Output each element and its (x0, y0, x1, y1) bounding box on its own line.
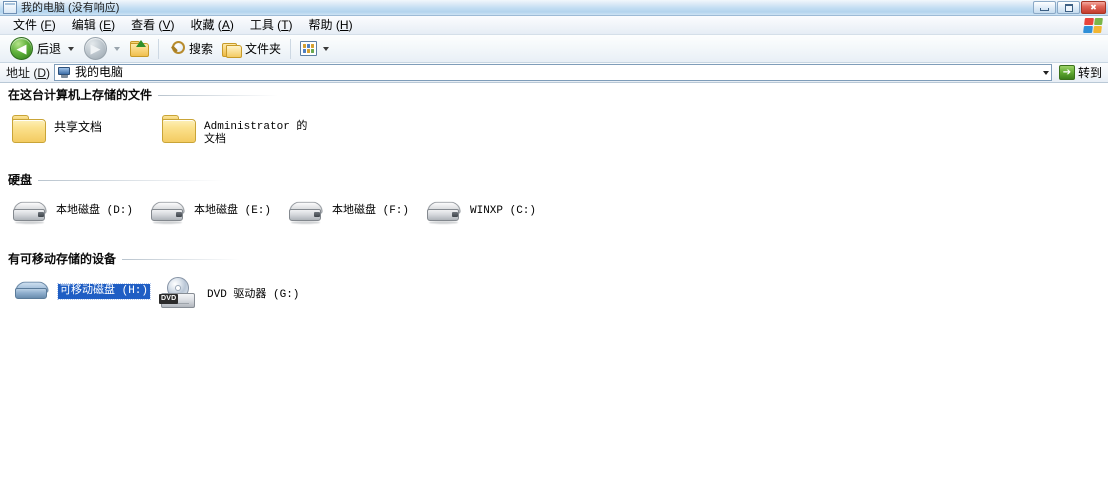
views-icon (300, 41, 318, 56)
group-header: 有可移动存储的设备 (0, 252, 1108, 266)
window-title: 我的电脑 (没有响应) (21, 1, 120, 14)
minimize-button[interactable] (1033, 1, 1056, 14)
menu-edit[interactable]: 编辑 (E) (65, 17, 124, 34)
group-title: 硬盘 (8, 173, 33, 187)
address-dropdown-caret-icon[interactable] (1042, 70, 1049, 75)
list-item[interactable]: Administrator 的文档 (160, 111, 310, 149)
hard-disk-icon (426, 198, 462, 226)
close-button[interactable]: ✖ (1081, 1, 1106, 14)
group-stored-files: 在这台计算机上存储的文件 共享文档 Administrator 的文档 (0, 88, 1108, 149)
group-title: 在这台计算机上存储的文件 (8, 88, 153, 102)
go-button[interactable]: ➔ 转到 (1056, 65, 1105, 80)
item-label: WINXP (C:) (470, 205, 537, 217)
my-computer-icon (58, 67, 71, 78)
up-button[interactable] (126, 38, 153, 59)
views-dropdown-caret-icon[interactable] (323, 46, 330, 51)
window-controls: ✖ (1033, 1, 1106, 14)
menu-view[interactable]: 查看 (V) (124, 17, 183, 34)
group-items: 本地磁盘 (D:) 本地磁盘 (E:) 本地磁盘 (F:) WINXP (C:) (0, 196, 1108, 228)
title-bar[interactable]: 我的电脑 (没有响应) ✖ (0, 0, 1108, 16)
group-divider (38, 179, 225, 181)
item-label: 本地磁盘 (D:) (56, 205, 134, 217)
item-label: 本地磁盘 (F:) (332, 205, 410, 217)
group-divider (122, 258, 241, 260)
search-icon (168, 40, 186, 57)
group-header: 在这台计算机上存储的文件 (0, 88, 1108, 102)
removable-disk-icon (14, 277, 50, 303)
back-dropdown-caret-icon[interactable] (68, 46, 75, 51)
menu-file[interactable]: 文件 (F) (6, 17, 65, 34)
search-label: 搜索 (189, 41, 214, 56)
dvd-drive-icon: DVD (159, 277, 199, 311)
list-item[interactable]: 本地磁盘 (D:) (10, 196, 148, 228)
toolbar-separator (158, 38, 160, 59)
folders-label: 文件夹 (245, 41, 282, 56)
group-title: 有可移动存储的设备 (8, 252, 117, 266)
item-label: 可移动磁盘 (H:) (56, 283, 152, 300)
toolbar: ◀ 后退 ▶ 搜索 文件夹 (0, 35, 1108, 63)
folder-icon (162, 113, 196, 143)
menu-bar: 文件 (F) 编辑 (E) 查看 (V) 收藏 (A) 工具 (T) 帮助 (H… (0, 16, 1108, 35)
item-label: 共享文档 (54, 120, 103, 134)
address-label: 地址 (D) (6, 66, 51, 80)
group-items: 共享文档 Administrator 的文档 (0, 111, 1108, 149)
maximize-button[interactable] (1057, 1, 1080, 14)
forward-button[interactable]: ▶ (80, 35, 111, 62)
address-value: 我的电脑 (75, 65, 124, 79)
address-input[interactable]: 我的电脑 (54, 64, 1052, 81)
forward-arrow-icon: ▶ (84, 37, 108, 60)
list-item[interactable]: WINXP (C:) (424, 196, 562, 228)
dvd-badge: DVD (159, 294, 179, 304)
toolbar-separator-2 (290, 38, 292, 59)
group-header: 硬盘 (0, 173, 1108, 187)
forward-dropdown-caret-icon[interactable] (114, 46, 121, 51)
group-divider (158, 94, 279, 96)
group-items: 可移动磁盘 (H:) DVD DVD 驱动器 (G:) (0, 275, 1108, 313)
list-item[interactable]: 共享文档 (10, 111, 160, 145)
item-label: Administrator 的文档 (204, 121, 308, 146)
windows-flag-icon (1083, 18, 1103, 33)
menu-help[interactable]: 帮助 (H) (302, 17, 362, 34)
hard-disk-icon (150, 198, 186, 226)
folder-icon (12, 113, 46, 143)
list-item[interactable]: 本地磁盘 (F:) (286, 196, 424, 228)
explorer-window: 我的电脑 (没有响应) ✖ 文件 (F) 编辑 (E) 查看 (V) 收藏 (A… (0, 0, 1108, 500)
back-arrow-icon: ◀ (10, 37, 33, 60)
go-arrow-icon: ➔ (1058, 65, 1075, 80)
group-removable-storage: 有可移动存储的设备 可移动磁盘 (H:) DVD DVD 驱动器 (G:) (0, 252, 1108, 313)
go-label: 转到 (1077, 65, 1102, 80)
address-bar: 地址 (D) 我的电脑 ➔ 转到 (0, 63, 1108, 83)
menu-tools[interactable]: 工具 (T) (243, 17, 302, 34)
item-label: 本地磁盘 (E:) (194, 205, 272, 217)
up-folder-icon (130, 40, 150, 57)
list-item-selected[interactable]: 可移动磁盘 (H:) (12, 275, 157, 305)
hard-disk-icon (12, 198, 48, 226)
back-label: 后退 (37, 41, 62, 56)
item-label: DVD 驱动器 (G:) (207, 289, 300, 301)
search-button[interactable]: 搜索 (164, 38, 217, 59)
menu-favorites[interactable]: 收藏 (A) (183, 17, 242, 34)
folders-icon (222, 41, 243, 58)
folders-button[interactable]: 文件夹 (218, 39, 285, 59)
group-hard-disks: 硬盘 本地磁盘 (D:) 本地磁盘 (E:) 本地磁盘 (F:) WINXP (… (0, 173, 1108, 228)
list-item[interactable]: 本地磁盘 (E:) (148, 196, 286, 228)
window-icon (3, 1, 17, 14)
hard-disk-icon (288, 198, 324, 226)
views-button[interactable] (296, 39, 338, 58)
list-item[interactable]: DVD DVD 驱动器 (G:) (157, 275, 307, 313)
back-button[interactable]: ◀ 后退 (6, 35, 65, 62)
file-list-pane[interactable]: 在这台计算机上存储的文件 共享文档 Administrator 的文档 硬盘 本… (0, 83, 1108, 500)
